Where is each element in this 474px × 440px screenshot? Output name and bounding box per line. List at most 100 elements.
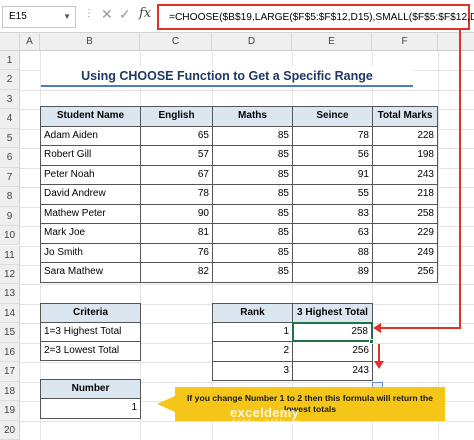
formula-input[interactable]: =CHOOSE($B$19,LARGE($F$5:$F$12,D15),SMAL… — [157, 4, 474, 30]
confirm-icon[interactable]: ✓ — [119, 6, 131, 23]
rank-cell[interactable]: 2 — [212, 341, 293, 362]
marks-cell[interactable]: 56 — [292, 145, 373, 166]
row-header[interactable]: 7 — [0, 167, 20, 188]
row-header[interactable]: 20 — [0, 420, 20, 440]
callout-line-1: If you change Number 1 to 2 then this fo… — [187, 393, 433, 403]
row-header[interactable]: 15 — [0, 323, 20, 343]
student-name-cell[interactable]: Peter Noah — [40, 164, 141, 185]
marks-cell[interactable]: 82 — [140, 262, 213, 283]
row-header[interactable]: 2 — [0, 70, 20, 90]
marks-cell[interactable]: 88 — [292, 242, 373, 263]
marks-cell[interactable]: 85 — [212, 125, 293, 146]
student-name-cell[interactable]: David Andrew — [40, 184, 141, 205]
student-name-cell[interactable]: Mark Joe — [40, 223, 141, 244]
column-header-f[interactable]: F — [372, 33, 438, 51]
student-name-cell[interactable]: Jo Smith — [40, 242, 141, 263]
row-header[interactable]: 13 — [0, 284, 20, 304]
student-name-cell[interactable]: Mathew Peter — [40, 203, 141, 224]
column-header-a[interactable]: A — [20, 33, 40, 51]
selected-cell-e15[interactable]: 258 — [292, 322, 373, 342]
row-header[interactable]: 12 — [0, 264, 20, 285]
student-name-cell[interactable]: Adam Aiden — [40, 125, 141, 146]
number-header[interactable]: Number — [40, 379, 141, 399]
more-options-icon[interactable]: ⋮ — [84, 8, 94, 19]
row-header[interactable]: 9 — [0, 206, 20, 227]
marks-cell[interactable]: 228 — [372, 125, 438, 146]
marks-cell[interactable]: 249 — [372, 242, 438, 263]
row-header[interactable]: 11 — [0, 245, 20, 265]
number-value-cell[interactable]: 1 — [40, 398, 141, 419]
marks-cell[interactable]: 78 — [292, 125, 373, 146]
arrow-left-icon — [373, 323, 381, 333]
marks-cell[interactable]: 85 — [212, 242, 293, 263]
marks-cell[interactable]: 78 — [140, 184, 213, 205]
total-cell[interactable]: 256 — [292, 341, 373, 362]
marks-cell[interactable]: 85 — [212, 184, 293, 205]
marks-cell[interactable]: 85 — [212, 223, 293, 244]
rank-header[interactable]: Rank — [212, 303, 293, 323]
marks-cell[interactable]: 258 — [372, 203, 438, 224]
total-cell[interactable]: 243 — [292, 361, 373, 381]
sheet-title[interactable]: Using CHOOSE Function to Get a Specific … — [41, 66, 413, 87]
chevron-down-icon[interactable]: ▼ — [63, 7, 71, 27]
arrow-down-icon — [374, 361, 384, 369]
row-header[interactable]: 5 — [0, 128, 20, 149]
marks-cell[interactable]: 198 — [372, 145, 438, 166]
marks-cell[interactable]: 63 — [292, 223, 373, 244]
student-name-cell[interactable]: Sara Mathew — [40, 262, 141, 283]
marks-cell[interactable]: 85 — [212, 262, 293, 283]
marks-cell[interactable]: 85 — [212, 145, 293, 166]
row-header[interactable]: 1 — [0, 51, 20, 71]
marks-cell[interactable]: 229 — [372, 223, 438, 244]
row-header[interactable]: 8 — [0, 187, 20, 207]
table-header-cell[interactable]: Total Marks — [372, 106, 438, 127]
fill-handle[interactable] — [369, 339, 374, 344]
highest-total-header[interactable]: 3 Highest Total — [292, 303, 373, 323]
row-header[interactable]: 4 — [0, 109, 20, 129]
marks-cell[interactable]: 55 — [292, 184, 373, 205]
criteria-cell[interactable]: 1=3 Highest Total — [40, 322, 141, 342]
row-header[interactable]: 18 — [0, 381, 20, 402]
column-header-b[interactable]: B — [40, 33, 140, 51]
select-all-corner[interactable] — [0, 33, 20, 51]
column-header-e[interactable]: E — [292, 33, 372, 51]
table-header-cell[interactable]: Student Name — [40, 106, 141, 127]
marks-cell[interactable]: 67 — [140, 164, 213, 185]
marks-cell[interactable]: 218 — [372, 184, 438, 205]
row-header[interactable]: 10 — [0, 226, 20, 246]
marks-cell[interactable]: 243 — [372, 164, 438, 185]
insert-function-icon[interactable]: fx — [139, 6, 151, 21]
marks-cell[interactable]: 76 — [140, 242, 213, 263]
marks-cell[interactable]: 91 — [292, 164, 373, 185]
table-header-cell[interactable]: English — [140, 106, 213, 127]
name-box-value: E15 — [9, 11, 27, 22]
marks-cell[interactable]: 83 — [292, 203, 373, 224]
criteria-header[interactable]: Criteria — [40, 303, 141, 323]
marks-cell[interactable]: 90 — [140, 203, 213, 224]
name-box[interactable]: E15 ▼ — [2, 6, 76, 28]
row-header[interactable]: 3 — [0, 89, 20, 110]
row-header[interactable]: 16 — [0, 342, 20, 363]
marks-cell[interactable]: 85 — [212, 203, 293, 224]
marks-cell[interactable]: 57 — [140, 145, 213, 166]
marks-cell[interactable]: 81 — [140, 223, 213, 244]
marks-cell[interactable]: 89 — [292, 262, 373, 283]
gridline — [20, 89, 474, 91]
rank-cell[interactable]: 3 — [212, 361, 293, 381]
table-header-cell[interactable]: Maths — [212, 106, 293, 127]
student-name-cell[interactable]: Robert Gill — [40, 145, 141, 166]
row-header[interactable]: 6 — [0, 148, 20, 168]
row-header[interactable]: 14 — [0, 303, 20, 324]
row-header[interactable]: 19 — [0, 401, 20, 421]
criteria-cell[interactable]: 2=3 Lowest Total — [40, 341, 141, 361]
marks-cell[interactable]: 256 — [372, 262, 438, 283]
table-header-cell[interactable]: Seince — [292, 106, 373, 127]
marks-cell[interactable]: 65 — [140, 125, 213, 146]
watermark-logo: exceldemy — [230, 405, 300, 420]
rank-cell[interactable]: 1 — [212, 322, 293, 342]
row-header[interactable]: 17 — [0, 362, 20, 382]
marks-cell[interactable]: 85 — [212, 164, 293, 185]
column-header-d[interactable]: D — [212, 33, 292, 51]
cancel-icon[interactable]: ✕ — [101, 6, 113, 23]
column-header-c[interactable]: C — [140, 33, 212, 51]
